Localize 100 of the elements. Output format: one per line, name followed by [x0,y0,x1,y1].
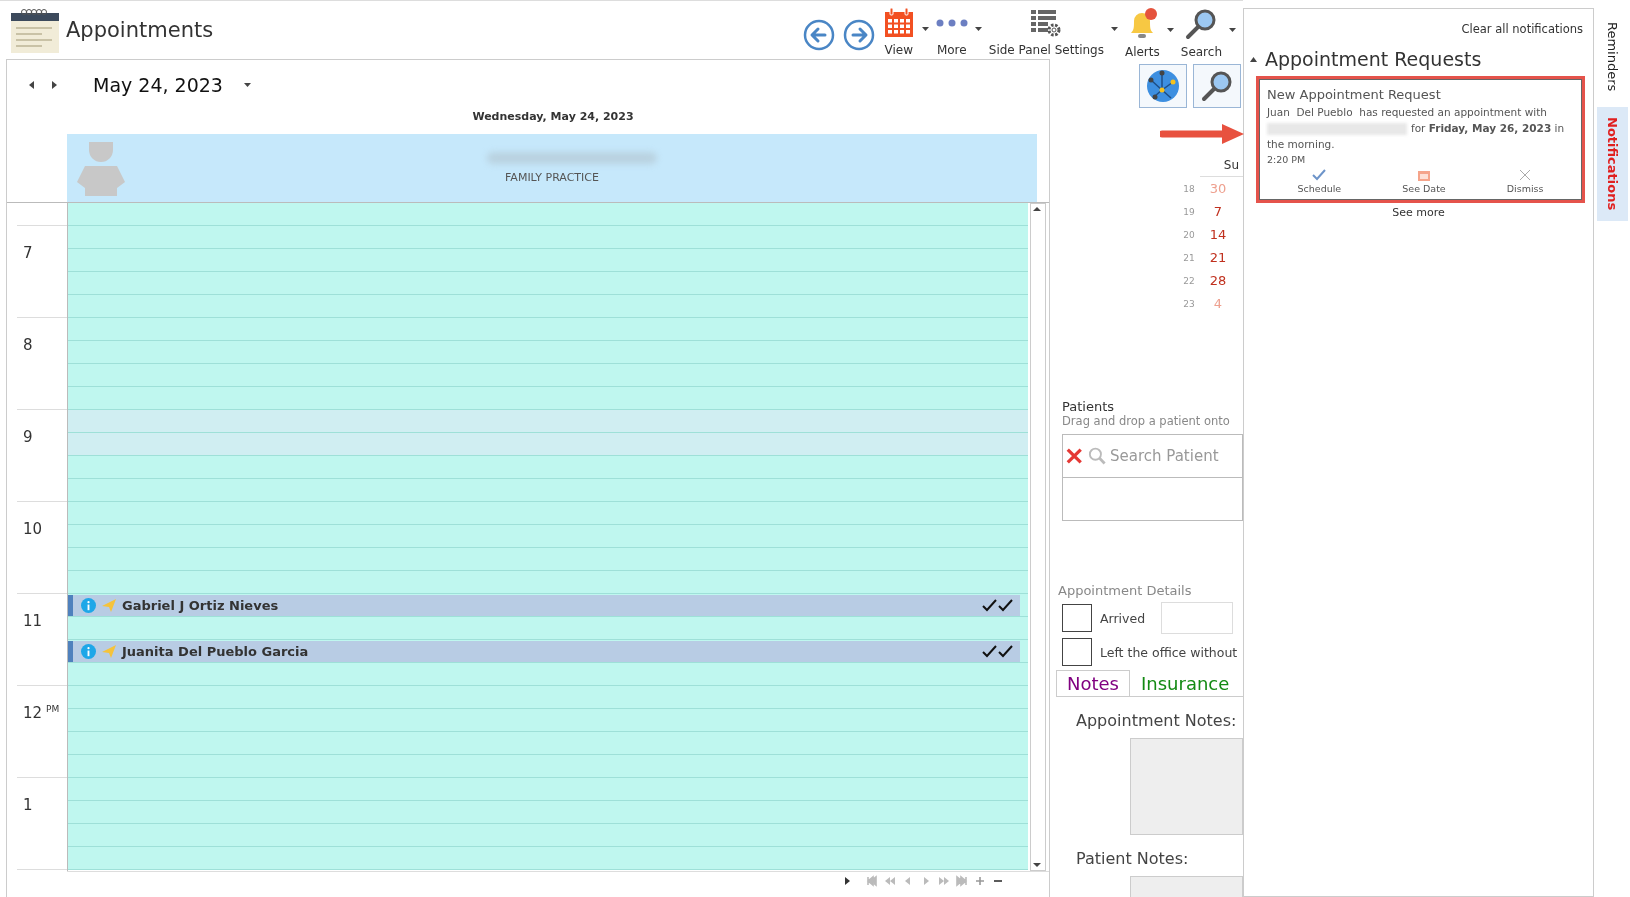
time-slot[interactable] [68,341,1028,364]
time-slot[interactable] [68,502,1028,525]
time-slot[interactable] [68,364,1028,387]
time-slot[interactable] [68,617,1028,640]
toolbar-button[interactable]: View [878,1,919,57]
globe-button[interactable] [1139,64,1187,108]
time-slot[interactable] [68,226,1028,249]
appointment-block[interactable]: Gabriel J Ortiz Nieves [68,594,1020,616]
tab[interactable]: Insurance [1130,670,1241,696]
last-page-icon[interactable] [955,874,969,887]
time-slot[interactable] [68,456,1028,479]
toolbar-button[interactable]: Side Panel Settings [984,1,1108,57]
vertical-scrollbar[interactable] [1030,203,1046,871]
time-slot[interactable] [68,387,1028,410]
hour-label: 8 [23,336,33,354]
next-icon[interactable] [52,81,57,89]
time-slot[interactable] [68,249,1028,272]
section-title: Appointment Requests [1265,48,1482,70]
calendar-day[interactable]: 28 [1203,273,1233,288]
scroll-up-icon[interactable] [1031,204,1043,214]
person-silhouette-icon [75,140,127,196]
time-slot[interactable] [68,709,1028,732]
patient-list[interactable] [1062,477,1243,521]
first-page-icon[interactable] [865,874,879,887]
calendar-icon [882,7,915,39]
action-button[interactable]: See Date [1402,169,1446,194]
time-slot[interactable] [68,318,1028,341]
clear-icon[interactable] [1065,446,1084,466]
week-number: 20 [1182,229,1196,240]
time-slot[interactable] [68,525,1028,548]
double-check-icon [982,644,1014,658]
side-tab[interactable]: Notifications [1596,107,1628,221]
tab[interactable]: Notes [1056,670,1130,696]
dropdown-caret-icon[interactable] [1229,28,1236,32]
notification-time: 2:20 PM [1267,154,1306,165]
side-tab[interactable]: Reminders [1596,16,1628,98]
time-slot[interactable] [68,778,1028,801]
time-slot[interactable] [68,295,1028,318]
date-label[interactable]: May 24, 2023 [93,74,223,96]
time-slot[interactable] [68,663,1028,686]
time-slot[interactable] [68,410,1028,433]
time-slot[interactable] [68,686,1028,709]
time-slot[interactable] [68,548,1028,571]
department-label: FAMILY PRACTICE [505,171,599,184]
close-icon [1519,169,1532,181]
date-dropdown-icon [243,83,251,87]
day-header: Wednesday, May 24, 2023 [472,110,634,123]
toolbar-button[interactable]: More [931,1,972,57]
time-slot[interactable] [68,732,1028,755]
week-number: 21 [1182,252,1196,263]
checkbox-label: Arrived [1100,610,1146,626]
search-button[interactable] [1193,64,1241,108]
previous-icon[interactable] [29,81,34,89]
toolbar-button[interactable]: Search [1176,1,1226,59]
hour-label: 7 [23,244,33,262]
patient-name: Gabriel J Ortiz Nieves [122,597,280,613]
time-slot[interactable] [68,801,1028,824]
search-icon [1087,446,1106,466]
more-icon [935,19,968,27]
calendar-day[interactable]: 21 [1203,250,1233,265]
fast-forward-icon[interactable] [937,874,951,887]
arrival-time-field[interactable] [1161,602,1234,634]
calendar-day[interactable]: 14 [1203,227,1233,242]
see-more-link[interactable]: See more [1386,205,1451,220]
action-button[interactable]: Schedule [1297,169,1342,194]
time-slot[interactable] [68,824,1028,847]
time-slot[interactable] [68,272,1028,295]
time-slot[interactable] [68,479,1028,502]
field-label: Patient Notes: [1076,849,1189,868]
time-slot[interactable] [68,433,1028,456]
action-button[interactable]: Dismiss [1506,169,1544,194]
double-check-icon [982,598,1014,612]
time-slot[interactable] [68,755,1028,778]
search-box[interactable]: Search Patient [1062,434,1243,477]
calendar-day[interactable]: 7 [1203,204,1233,219]
rewind-icon[interactable] [883,874,897,887]
toolbar-button[interactable]: Alerts [1120,1,1164,59]
clear-all-link[interactable]: Clear all notifications [1461,22,1583,36]
hint-text: Drag and drop a patient onto [1062,414,1230,428]
notes-box[interactable] [1130,738,1243,835]
patient-name: Juanita Del Pueblo Garcia [122,643,310,659]
scroll-down-icon[interactable] [1031,860,1043,870]
checkbox-label: Left the office without [1100,644,1238,660]
week-number: 19 [1182,206,1196,217]
checkbox[interactable] [1062,638,1092,666]
week-number: 18 [1182,183,1196,194]
time-slot[interactable] [68,571,1028,594]
checkbox[interactable] [1062,604,1092,632]
dropdown-caret-icon[interactable] [921,27,929,31]
section-title: Appointment Details [1058,583,1192,598]
search-field[interactable]: Search Patient [1110,447,1242,465]
dropdown-caret-icon[interactable] [974,27,982,31]
network-globe-icon [1145,68,1181,104]
dropdown-caret-icon[interactable] [1110,27,1118,31]
hour-label: 9 [23,428,33,446]
appointment-block[interactable]: Juanita Del Pueblo Garcia [68,640,1020,662]
collapse-caret-icon[interactable] [1250,56,1257,62]
dropdown-caret-icon[interactable] [1166,28,1174,32]
app-title: Appointments [66,18,215,42]
hour-label: 12 $^{PM}$ [23,704,60,722]
